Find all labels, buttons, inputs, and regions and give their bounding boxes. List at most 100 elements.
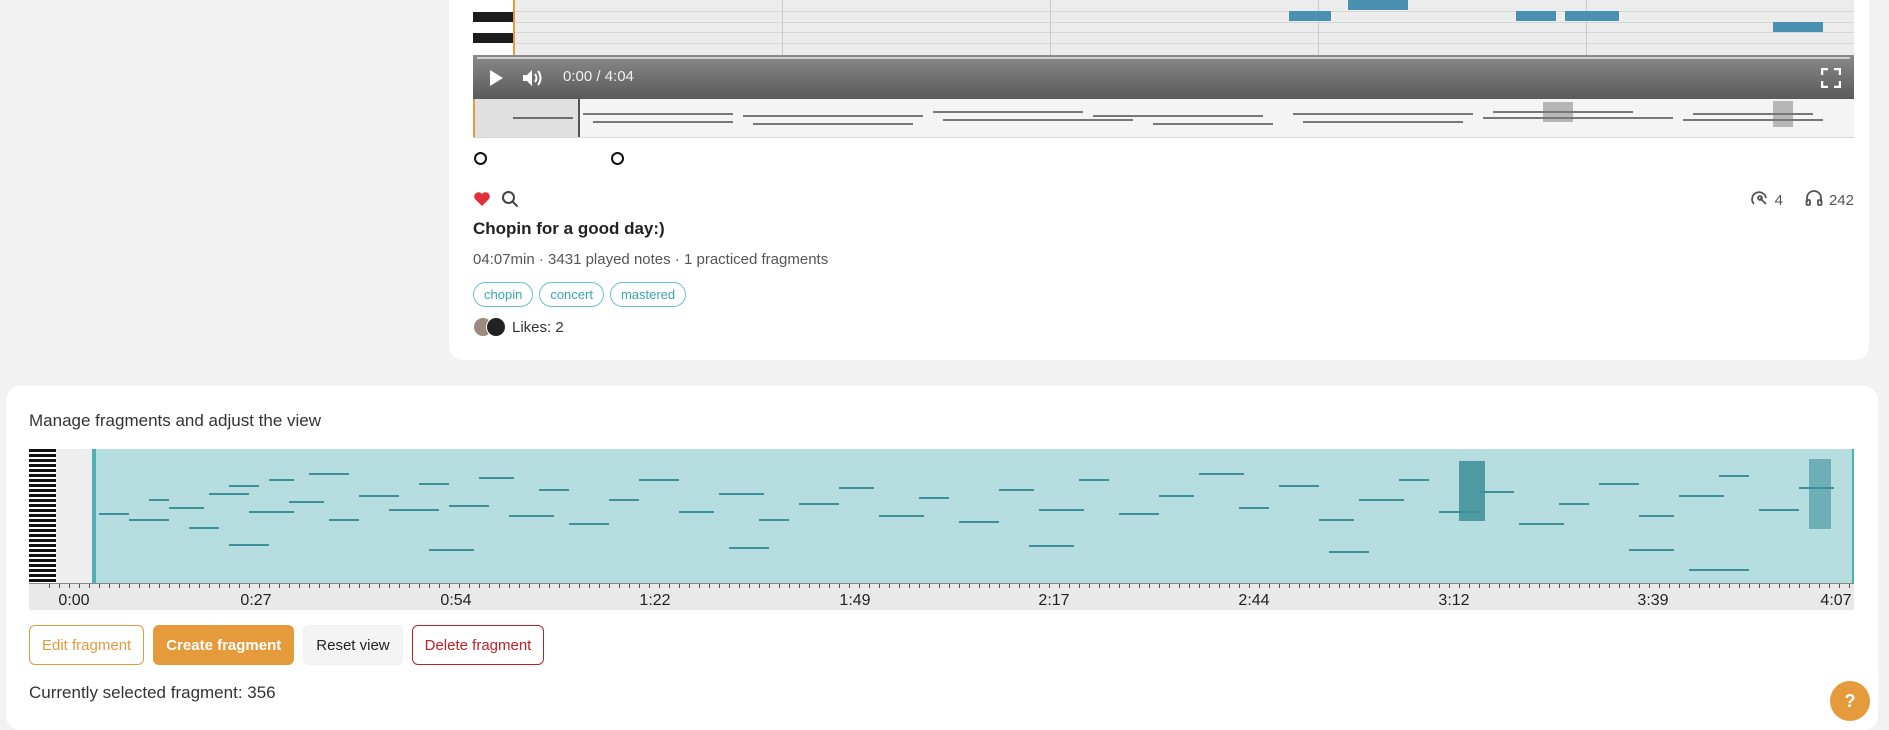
help-button[interactable]: ? bbox=[1830, 681, 1870, 721]
timeline-tick bbox=[849, 584, 850, 588]
timeline-tick bbox=[1339, 584, 1340, 588]
volume-icon bbox=[523, 70, 542, 86]
timeline-tick bbox=[789, 584, 790, 588]
timeline-tick bbox=[1159, 584, 1160, 588]
timeline-tick bbox=[259, 584, 260, 588]
timeline-tick bbox=[549, 584, 550, 588]
search-icon[interactable] bbox=[501, 190, 519, 213]
timeline-tick bbox=[1259, 584, 1260, 588]
timeline-tick bbox=[1459, 584, 1460, 588]
timeline-tick bbox=[529, 584, 530, 588]
fragment-timeline[interactable]: 0:00 0:27 0:54 1:22 1:49 2:17 2:44 3:12 … bbox=[29, 583, 1854, 610]
timeline-tick bbox=[559, 584, 560, 588]
overview-viewport[interactable] bbox=[473, 99, 580, 137]
piano-roll[interactable] bbox=[473, 0, 1854, 56]
overview-notes bbox=[513, 101, 1823, 127]
timeline-tick bbox=[1099, 584, 1100, 588]
play-button[interactable] bbox=[483, 65, 509, 91]
create-fragment-button[interactable]: Create fragment bbox=[153, 625, 295, 665]
volume-button[interactable] bbox=[520, 65, 546, 91]
timeline-tick bbox=[1349, 584, 1350, 588]
fullscreen-button[interactable] bbox=[1818, 65, 1844, 91]
song-title[interactable]: Chopin for a good day:) bbox=[473, 219, 665, 239]
reset-view-button[interactable]: Reset view bbox=[303, 625, 403, 665]
timeline-tick bbox=[1379, 584, 1380, 588]
note bbox=[1565, 11, 1619, 21]
timeline-tick bbox=[999, 584, 1000, 588]
timeline-tick bbox=[129, 584, 130, 588]
playhead[interactable] bbox=[513, 0, 515, 55]
note bbox=[1348, 0, 1408, 10]
fragment-notes bbox=[99, 459, 1834, 571]
tag-chip[interactable]: chopin bbox=[473, 282, 534, 307]
timeline-tick bbox=[199, 584, 200, 588]
timeline-tick bbox=[209, 584, 210, 588]
timeline-tick bbox=[1469, 584, 1470, 588]
timeline-tick bbox=[1579, 584, 1580, 588]
timeline-tick bbox=[1289, 584, 1290, 588]
timeline-tick bbox=[139, 584, 140, 588]
timeline-tick bbox=[249, 584, 250, 588]
timeline-tick bbox=[1569, 584, 1570, 588]
timeline-tick bbox=[499, 584, 500, 588]
timeline-tick bbox=[1489, 584, 1490, 588]
overview-start-handle[interactable] bbox=[473, 99, 475, 137]
timeline-tick bbox=[729, 584, 730, 588]
timeline-tick bbox=[1329, 584, 1330, 588]
timeline-tick bbox=[939, 584, 940, 588]
timeline-tick bbox=[1059, 584, 1060, 588]
timeline-tick bbox=[839, 584, 840, 588]
heart-icon[interactable] bbox=[473, 191, 491, 212]
timeline-tick bbox=[1539, 584, 1540, 588]
timeline-tick bbox=[679, 584, 680, 588]
timeline-tick bbox=[629, 584, 630, 588]
timeline-tick bbox=[379, 584, 380, 588]
timeline-tick bbox=[1319, 584, 1320, 588]
delete-fragment-button[interactable]: Delete fragment bbox=[411, 625, 545, 665]
likes-row[interactable]: Likes: 2 bbox=[473, 317, 564, 337]
timeline-tick bbox=[1519, 584, 1520, 588]
timeline-tick bbox=[1149, 584, 1150, 588]
timeline-tick bbox=[1509, 584, 1510, 588]
timeline-tick bbox=[1599, 584, 1600, 588]
timeline-tick bbox=[829, 584, 830, 588]
timeline-tick bbox=[709, 584, 710, 588]
timeline-tick bbox=[119, 584, 120, 588]
timeline-tick bbox=[689, 584, 690, 588]
timeline-tick bbox=[929, 584, 930, 588]
timeline-tick bbox=[279, 584, 280, 588]
timeline-tick bbox=[1729, 584, 1730, 588]
timeline-tick bbox=[219, 584, 220, 588]
timeline-tick bbox=[979, 584, 980, 588]
timeline-tick bbox=[459, 584, 460, 588]
timeline-tick bbox=[1499, 584, 1500, 588]
fragment-end-marker[interactable] bbox=[611, 152, 624, 165]
timeline-tick bbox=[799, 584, 800, 588]
timeline-tick bbox=[539, 584, 540, 588]
piano-keys bbox=[473, 0, 513, 55]
edit-fragment-button[interactable]: Edit fragment bbox=[29, 625, 145, 665]
score-overview[interactable] bbox=[473, 99, 1854, 138]
fragment-start-marker[interactable] bbox=[474, 152, 487, 165]
timeline-label: 0:27 bbox=[240, 592, 272, 609]
timeline-tick bbox=[1739, 584, 1740, 588]
timeline-tick bbox=[519, 584, 520, 588]
timeline-tick bbox=[959, 584, 960, 588]
timeline-tick bbox=[1019, 584, 1020, 588]
progress-bar[interactable] bbox=[477, 57, 1850, 59]
note bbox=[1773, 22, 1823, 32]
timeline-tick bbox=[1809, 584, 1810, 588]
tag-chip[interactable]: concert bbox=[539, 282, 604, 307]
timeline-label: 2:44 bbox=[1238, 592, 1270, 609]
timeline-tick bbox=[819, 584, 820, 588]
timeline-tick bbox=[599, 584, 600, 588]
tag-chip[interactable]: mastered bbox=[609, 282, 687, 307]
avatar bbox=[486, 317, 506, 337]
timeline-tick bbox=[749, 584, 750, 588]
fragment-piano-roll[interactable] bbox=[29, 449, 1854, 583]
timeline-tick bbox=[1079, 584, 1080, 588]
timeline-tick bbox=[1719, 584, 1720, 588]
timeline-label: 2:17 bbox=[1038, 592, 1070, 609]
timeline-tick bbox=[1759, 584, 1760, 588]
timeline-tick bbox=[699, 584, 700, 588]
